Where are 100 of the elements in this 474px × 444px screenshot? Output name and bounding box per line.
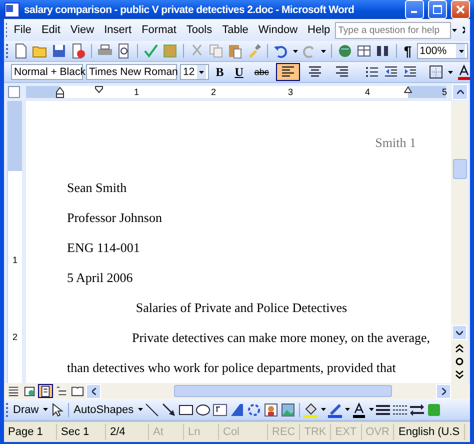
caret-icon[interactable]	[292, 50, 298, 52]
document-page[interactable]	[26, 101, 451, 383]
arrow-icon[interactable]	[160, 402, 177, 418]
status-bar-field: At	[149, 424, 184, 440]
font-color-icon[interactable]	[456, 64, 472, 80]
scroll-left-button[interactable]	[86, 384, 101, 398]
menu-item[interactable]: Help	[302, 22, 336, 38]
left-indent-marker[interactable]	[56, 86, 64, 98]
document-text-line: ENG 114-001	[67, 239, 140, 257]
scroll-right-button[interactable]	[436, 384, 451, 398]
right-indent-marker[interactable]	[404, 86, 412, 93]
diagram-icon[interactable]	[246, 402, 262, 418]
scrollbar-thumb[interactable]	[452, 159, 466, 179]
ruler-number: 1	[12, 255, 18, 265]
menu-item[interactable]: Format	[136, 22, 182, 38]
caret-icon[interactable]	[452, 28, 458, 32]
ruler-number: 3	[288, 86, 293, 98]
next-page-icon[interactable]	[455, 370, 464, 379]
caret-icon[interactable]	[344, 408, 350, 411]
caret-icon[interactable]	[320, 50, 326, 52]
status-bar-field: TRK	[300, 424, 332, 440]
status-bar-field: English (U.S	[394, 424, 465, 440]
undo-icon[interactable]	[272, 43, 289, 59]
ruler-number: 1	[134, 86, 139, 98]
arrow-style-icon[interactable]	[408, 402, 425, 418]
document-text-line: Private detectives can make more money, on the average,	[132, 329, 430, 347]
scrollbar-thumb[interactable]	[174, 385, 392, 397]
font-size-dropdown[interactable]: 12	[180, 64, 209, 80]
dropdown-arrow-icon[interactable]	[458, 50, 464, 52]
maximize-icon[interactable]	[433, 5, 442, 14]
menu-item[interactable]: File	[8, 22, 36, 38]
scroll-up-button[interactable]	[452, 84, 468, 100]
line-icon[interactable]	[144, 402, 160, 418]
close-icon[interactable]	[462, 26, 465, 34]
bullet-list-icon[interactable]	[364, 64, 380, 80]
chevron-up-icon[interactable]	[456, 90, 464, 94]
menu-item[interactable]: Table	[217, 22, 254, 38]
status-bar-field: Col	[219, 424, 268, 440]
text-box-icon[interactable]	[212, 402, 228, 418]
tab-selector[interactable]	[8, 86, 20, 98]
chevron-right-icon[interactable]	[442, 388, 446, 394]
oval-icon[interactable]	[194, 402, 211, 418]
show-formatting-button[interactable]: ¶	[402, 43, 414, 59]
align-left-button[interactable]	[276, 63, 300, 81]
maximize-button[interactable]	[428, 0, 447, 19]
caret-icon[interactable]	[42, 408, 48, 411]
menu-item[interactable]: Tools	[181, 22, 218, 38]
caret-icon[interactable]	[448, 70, 453, 74]
document-text-line: 5 April 2006	[67, 269, 133, 287]
menu-item[interactable]: Insert	[99, 22, 137, 38]
border-icon[interactable]	[428, 64, 444, 80]
minimize-button[interactable]	[405, 0, 424, 19]
autoshapes-menu-button[interactable]: AutoShapes	[72, 404, 136, 416]
status-bar-field: Sec 1	[57, 424, 106, 440]
strikethrough-button[interactable]: abc	[250, 63, 273, 81]
new-document-icon[interactable]	[12, 43, 29, 59]
first-line-indent-marker[interactable]	[95, 86, 103, 93]
ruler-number: 2	[210, 86, 216, 98]
style-dropdown[interactable]: Normal + Black	[11, 64, 83, 80]
document-text-line: Salaries of Private and Police Detectives	[136, 299, 348, 317]
picture-icon[interactable]	[280, 402, 296, 418]
save-icon[interactable]	[50, 43, 67, 59]
menu-item[interactable]: View	[65, 22, 100, 38]
document-text-line: Sean Smith	[67, 179, 127, 197]
vertical-ruler[interactable]: 1 2	[7, 101, 22, 383]
chevron-left-icon[interactable]	[92, 388, 96, 394]
caret-icon[interactable]	[368, 408, 374, 411]
underline-button[interactable]: U	[230, 63, 248, 81]
chevron-down-icon[interactable]	[456, 330, 463, 334]
previous-page-icon[interactable]	[455, 344, 464, 353]
paste-icon[interactable]	[226, 43, 243, 59]
browse-object-icon[interactable]	[455, 357, 464, 366]
clip-art-icon[interactable]	[262, 402, 279, 418]
zoom-dropdown[interactable]: 100%	[416, 43, 468, 59]
help-search-field[interactable]: Type a question for help	[335, 22, 452, 38]
document-text-line: Professor Johnson	[67, 209, 162, 227]
status-bar-field: REC	[268, 424, 300, 440]
dropdown-arrow-icon[interactable]	[199, 70, 204, 74]
status-bar-field: Ln	[184, 424, 219, 440]
draw-menu-button[interactable]: Draw	[11, 404, 41, 416]
caret-icon[interactable]	[320, 408, 326, 411]
scroll-down-button[interactable]	[452, 325, 467, 340]
font-color-icon[interactable]	[350, 402, 367, 418]
font-dropdown[interactable]: Times New Roman	[86, 64, 177, 80]
columns-icon[interactable]	[374, 43, 391, 59]
word-document-icon	[4, 2, 20, 18]
globe-icon[interactable]	[336, 43, 353, 59]
caret-icon[interactable]	[138, 408, 143, 411]
status-bar-field: 2/4	[106, 424, 149, 440]
close-button[interactable]	[451, 0, 470, 19]
line-color-icon[interactable]	[326, 402, 343, 418]
menu-item[interactable]: Edit	[36, 22, 66, 38]
bold-button[interactable]: B	[212, 63, 228, 81]
fill-color-icon[interactable]	[302, 402, 319, 418]
menu-item[interactable]: Window	[253, 22, 303, 38]
spelling-check-icon[interactable]	[142, 43, 159, 59]
table-icon[interactable]	[356, 43, 372, 59]
ruler-number: 4	[364, 86, 370, 98]
ruler-number: 2	[12, 332, 18, 342]
horizontal-ruler[interactable]: 1 2 3 4 5	[26, 86, 446, 98]
